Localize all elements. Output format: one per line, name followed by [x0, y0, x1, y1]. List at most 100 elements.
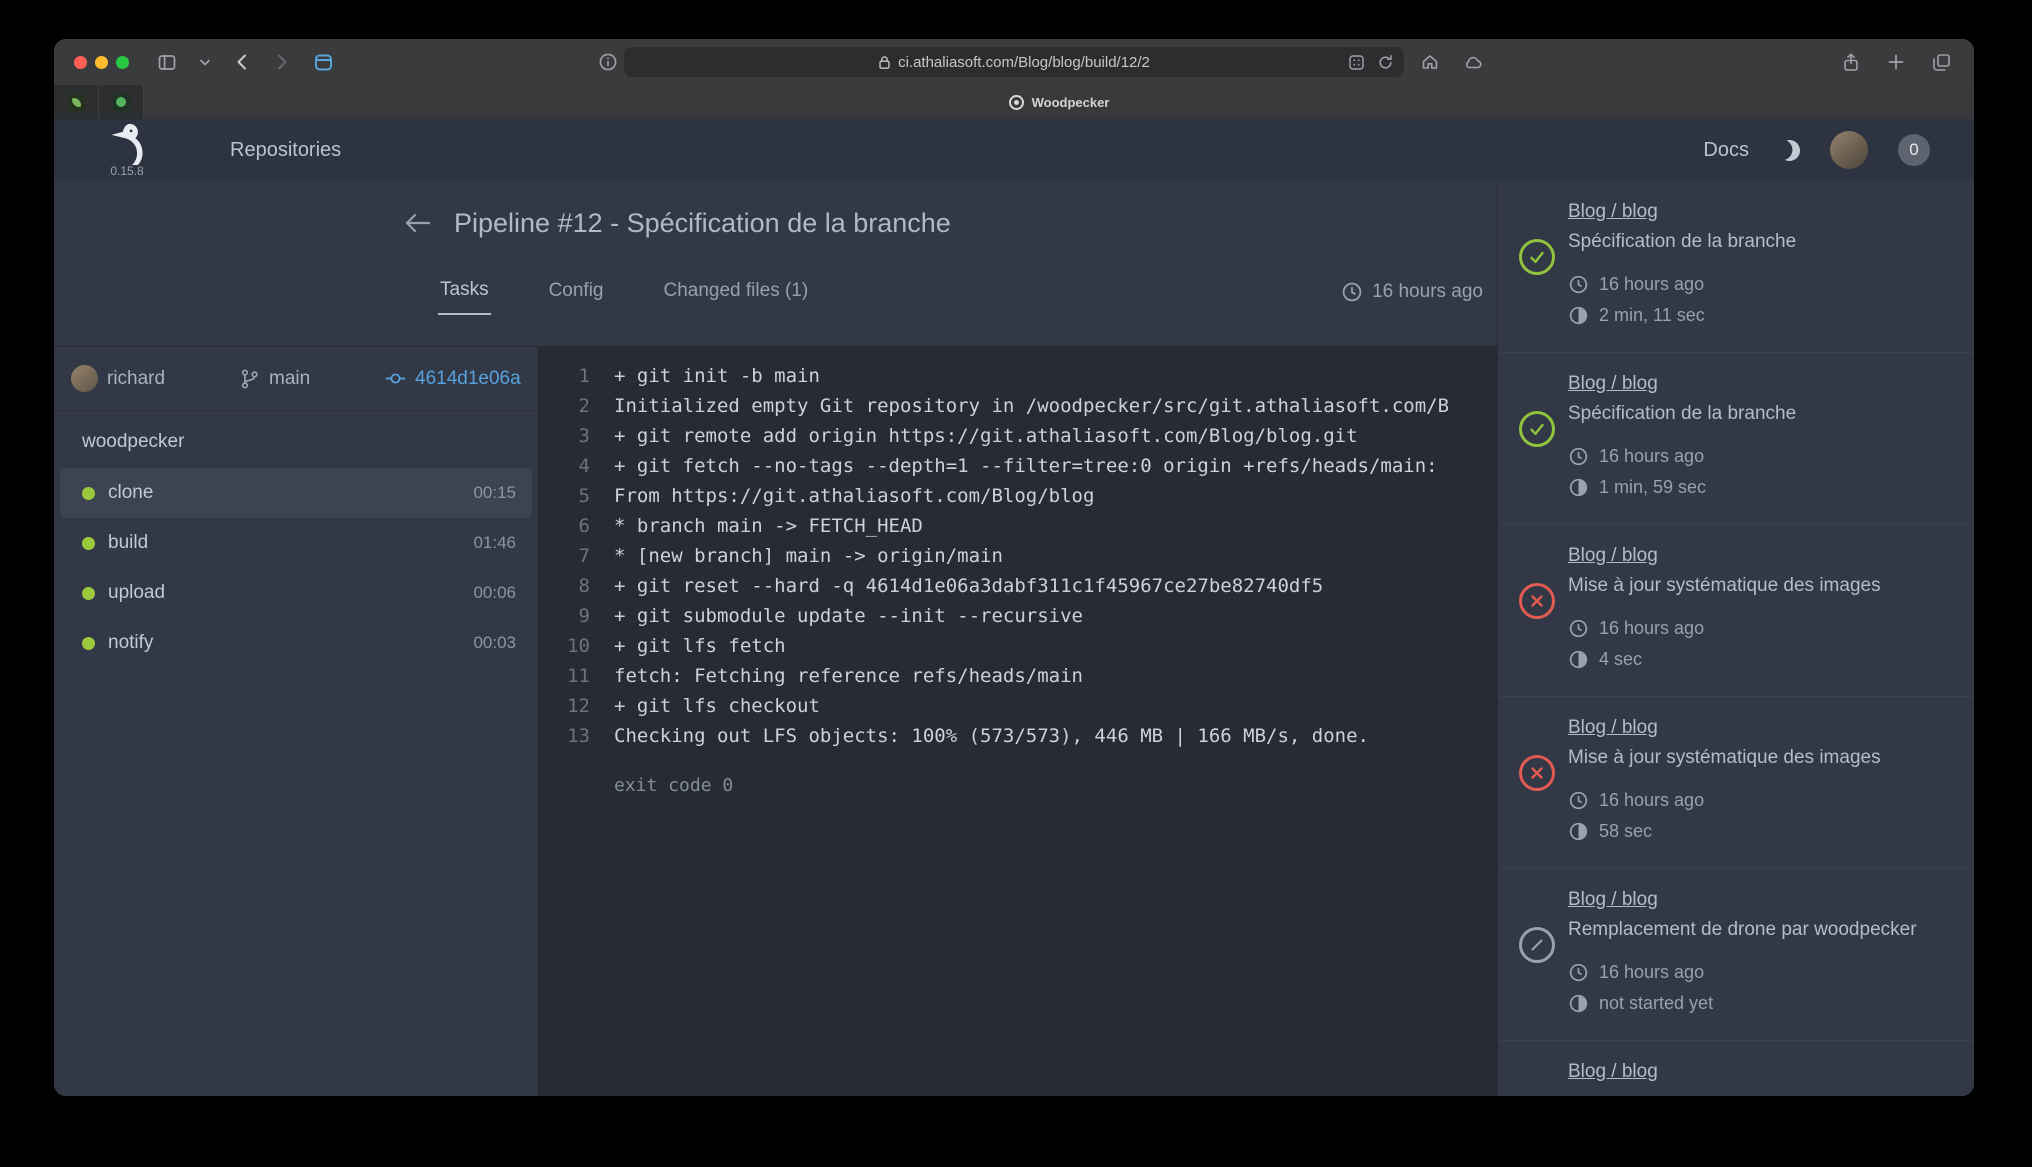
- author-name: richard: [107, 368, 165, 390]
- step-status-dot: [82, 537, 95, 550]
- clock-icon: [1568, 790, 1589, 811]
- chevron-down-icon[interactable]: [199, 58, 211, 67]
- log-line-number: 11: [538, 661, 590, 691]
- build-message: Spécification de la branche: [1568, 403, 1958, 425]
- log-line-number: 1: [538, 361, 590, 391]
- build-time-row: 16 hours ago: [1568, 957, 1958, 988]
- build-time-text: 16 hours ago: [1599, 790, 1704, 811]
- commit-branch: main: [239, 368, 385, 390]
- pinned-tab-1[interactable]: [54, 85, 99, 119]
- back-arrow-icon[interactable]: [402, 210, 432, 236]
- log-line-number: 13: [538, 721, 590, 751]
- build-duration-row: 2 min, 11 sec: [1568, 300, 1958, 331]
- log-line: 1+ git init -b main: [538, 361, 1497, 391]
- sidebar-toggle-icon[interactable]: [157, 52, 177, 72]
- build-duration-text: not started yet: [1599, 993, 1713, 1014]
- nav-repositories-link[interactable]: Repositories: [230, 139, 341, 162]
- notification-badge[interactable]: 0: [1898, 134, 1930, 166]
- nav-docs-link[interactable]: Docs: [1703, 139, 1749, 162]
- step-build[interactable]: build 01:46: [60, 518, 532, 568]
- address-bar[interactable]: ci.athaliasoft.com/Blog/blog/build/12/2: [624, 47, 1404, 77]
- build-message: Mise à jour systématique des images: [1568, 575, 1958, 597]
- back-button[interactable]: [233, 52, 251, 72]
- content-blocker-badge-icon[interactable]: [1348, 54, 1365, 71]
- build-repo-link[interactable]: Blog / blog: [1568, 201, 1658, 223]
- cloud-icon[interactable]: [1462, 52, 1484, 72]
- log-line-number: 7: [538, 541, 590, 571]
- window-controls: [54, 56, 129, 69]
- build-card[interactable]: Blog / blog Mise à jour systématique des…: [1498, 525, 1974, 697]
- build-time-text: 16 hours ago: [1599, 618, 1704, 639]
- log-output[interactable]: 1+ git init -b main 2Initialized empty G…: [538, 347, 1497, 1096]
- woodpecker-logo[interactable]: 0.15.8: [98, 123, 156, 178]
- step-clone[interactable]: clone 00:15: [60, 468, 532, 518]
- log-line: 3+ git remote add origin https://git.ath…: [538, 421, 1497, 451]
- log-line: 12+ git lfs checkout: [538, 691, 1497, 721]
- tab-config[interactable]: Config: [547, 270, 606, 314]
- build-repo-link[interactable]: Blog / blog: [1568, 1061, 1658, 1083]
- new-tab-icon[interactable]: [1887, 53, 1905, 71]
- lock-icon: [878, 55, 891, 70]
- build-card[interactable]: Blog / blog Spécification de la branche …: [1498, 181, 1974, 353]
- page-info-icon[interactable]: [598, 52, 618, 72]
- step-notify[interactable]: notify 00:03: [60, 618, 532, 668]
- tab-overview-icon[interactable]: [1931, 52, 1952, 73]
- build-message: Remplacement de drone par woodpecker: [1568, 919, 1958, 941]
- log-line-text: + git init -b main: [590, 361, 820, 391]
- step-upload[interactable]: upload 00:06: [60, 568, 532, 618]
- log-line-number: 9: [538, 601, 590, 631]
- log-line: 2Initialized empty Git repository in /wo…: [538, 391, 1497, 421]
- workflow-name: woodpecker: [54, 411, 538, 468]
- build-message: Mise à jour systématique des images: [1568, 747, 1958, 769]
- build-message: Spécification de la branche: [1568, 231, 1958, 253]
- pipeline-time-text: 16 hours ago: [1372, 281, 1483, 303]
- build-duration-row: 4 sec: [1568, 644, 1958, 675]
- log-line-text: * branch main -> FETCH_HEAD: [590, 511, 923, 541]
- tab-changed-files[interactable]: Changed files (1): [662, 270, 811, 314]
- builds-sidebar[interactable]: Blog / blog Spécification de la branche …: [1497, 181, 1974, 1096]
- step-name: upload: [108, 582, 165, 604]
- commit-sha[interactable]: 4614d1e06a: [385, 368, 528, 390]
- woodpecker-bird-icon: [108, 123, 146, 165]
- git-branch-icon: [239, 368, 260, 390]
- build-card[interactable]: Blog / blog Spécification de la branche …: [1498, 353, 1974, 525]
- step-name: clone: [108, 482, 153, 504]
- build-repo-link[interactable]: Blog / blog: [1568, 373, 1658, 395]
- log-line-text: + git submodule update --init --recursiv…: [590, 601, 1083, 631]
- step-status-dot: [82, 587, 95, 600]
- active-tab-woodpecker[interactable]: Woodpecker: [144, 85, 1974, 119]
- log-line-text: * [new branch] main -> origin/main: [590, 541, 1003, 571]
- build-repo-link[interactable]: Blog / blog: [1568, 889, 1658, 911]
- forward-button[interactable]: [273, 52, 291, 72]
- step-duration: 01:46: [473, 533, 516, 553]
- share-icon[interactable]: [1841, 52, 1861, 73]
- tab-tasks[interactable]: Tasks: [438, 269, 491, 315]
- build-card[interactable]: Blog / blog Mise à jour systématique des…: [1498, 697, 1974, 869]
- reload-icon[interactable]: [1377, 54, 1394, 71]
- user-avatar[interactable]: [1830, 131, 1868, 169]
- home-icon[interactable]: [1420, 52, 1440, 72]
- build-card[interactable]: Blog / blog Remplacement de drone par wo…: [1498, 869, 1974, 1041]
- log-line: 9+ git submodule update --init --recursi…: [538, 601, 1497, 631]
- log-line-number: 3: [538, 421, 590, 451]
- zoom-window-button[interactable]: [116, 56, 129, 69]
- minimize-window-button[interactable]: [95, 56, 108, 69]
- build-time-row: 16 hours ago: [1568, 269, 1958, 300]
- build-repo-link[interactable]: Blog / blog: [1568, 545, 1658, 567]
- build-card[interactable]: Blog / blog: [1498, 1041, 1974, 1096]
- app-version: 0.15.8: [110, 164, 143, 178]
- app-navbar: 0.15.8 Repositories Docs 0: [54, 119, 1974, 181]
- log-line-number: 2: [538, 391, 590, 421]
- tab-group-icon[interactable]: [313, 52, 334, 73]
- build-repo-link[interactable]: Blog / blog: [1568, 717, 1658, 739]
- woodpecker-app: 0.15.8 Repositories Docs 0: [54, 119, 1974, 1096]
- build-duration-text: 4 sec: [1599, 649, 1642, 670]
- commit-sha-link[interactable]: 4614d1e06a: [415, 368, 521, 390]
- url-text: ci.athaliasoft.com/Blog/blog/build/12/2: [898, 54, 1150, 71]
- close-window-button[interactable]: [74, 56, 87, 69]
- step-status-dot: [82, 487, 95, 500]
- log-line: 10+ git lfs fetch: [538, 631, 1497, 661]
- log-line-text: Initialized empty Git repository in /woo…: [590, 391, 1449, 421]
- pinned-tab-2[interactable]: [99, 85, 144, 119]
- dark-mode-toggle-moon-icon[interactable]: [1776, 137, 1802, 163]
